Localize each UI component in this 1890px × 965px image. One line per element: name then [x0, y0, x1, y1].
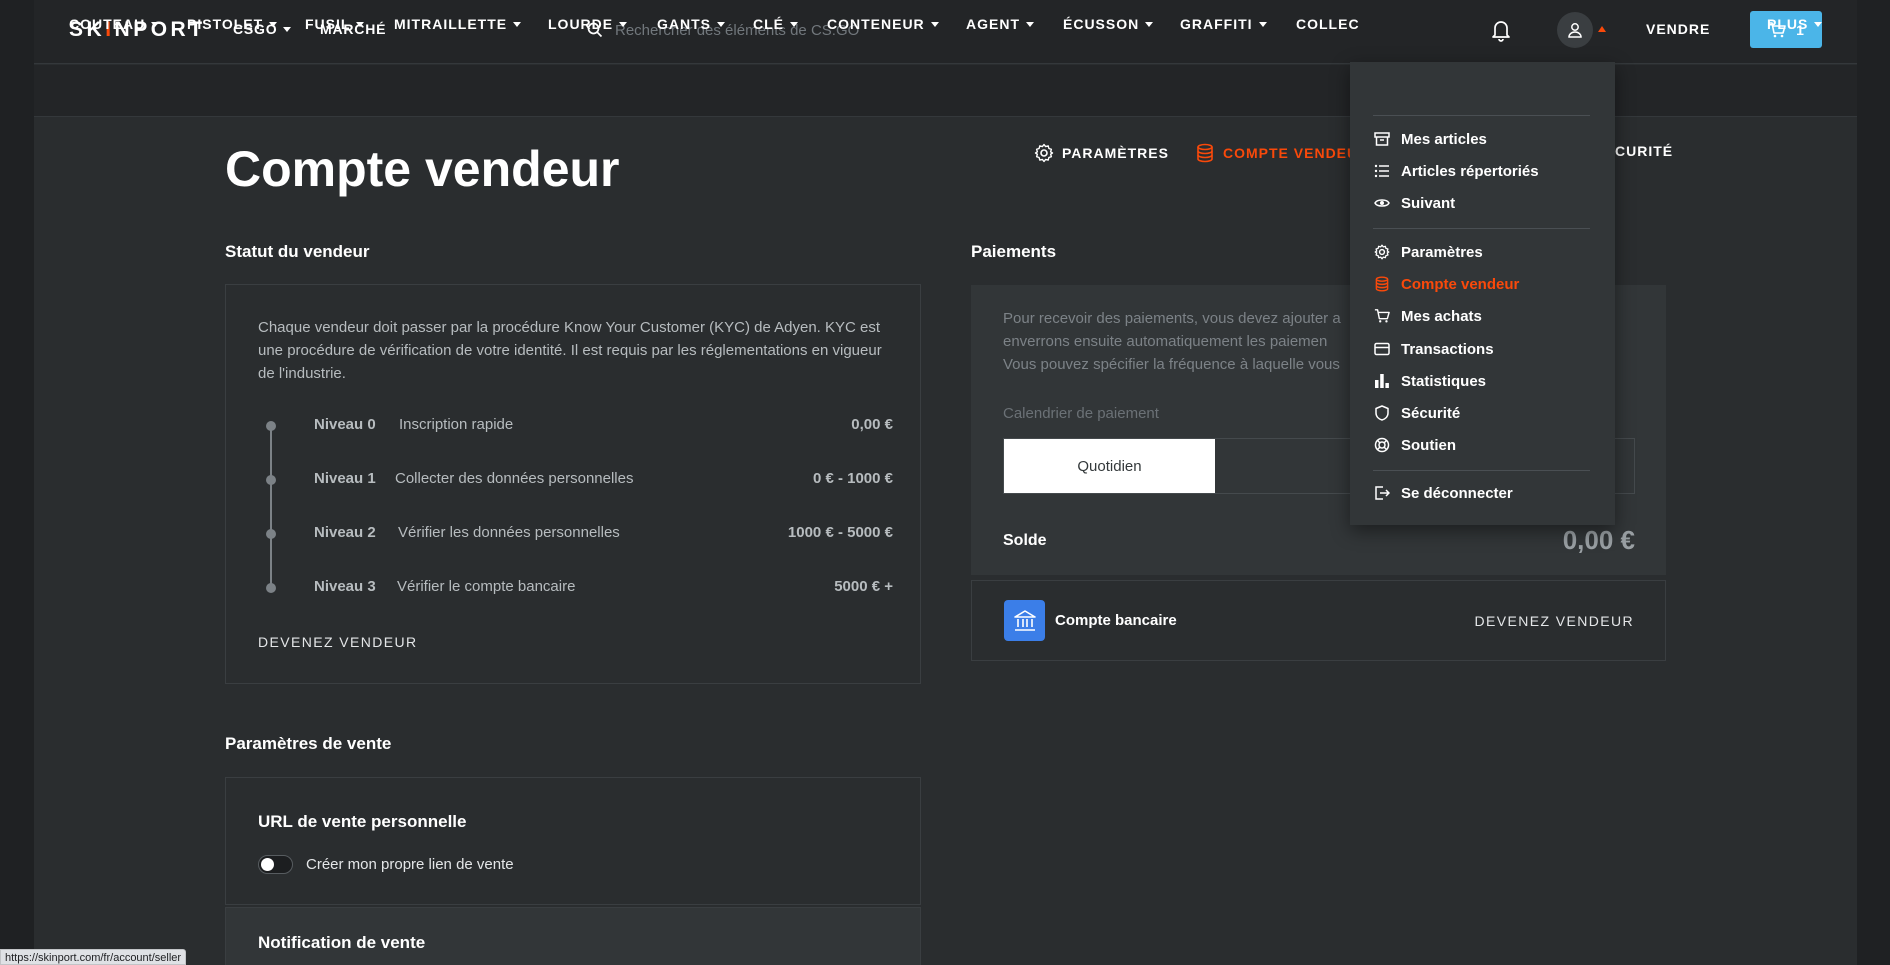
account-dropdown-menu: Mes articles Articles répertoriés Suivan…: [1350, 62, 1615, 525]
menu-item-my-purchases[interactable]: Mes achats: [1374, 306, 1482, 326]
archive-icon: [1374, 132, 1390, 146]
payout-schedule-label: Calendrier de paiement: [1003, 405, 1159, 422]
bell-icon[interactable]: [1490, 18, 1512, 42]
category-gloves[interactable]: GANTS: [657, 16, 725, 32]
level-label: Collecter des données personnelles: [395, 470, 634, 487]
personal-url-toggle[interactable]: [258, 855, 293, 874]
tab-seller-account[interactable]: COMPTE VENDEU: [1195, 143, 1358, 163]
become-seller-link[interactable]: DEVENEZ VENDEUR: [258, 634, 417, 650]
level-amount: 0,00 €: [851, 416, 893, 433]
bar-chart-icon: [1375, 374, 1389, 388]
menu-divider: [1373, 470, 1590, 471]
level-label: Inscription rapide: [399, 416, 514, 433]
seller-status-card: Chaque vendeur doit passer par la procéd…: [225, 284, 921, 684]
card-icon: [1374, 342, 1390, 356]
menu-item-following[interactable]: Suivant: [1374, 193, 1455, 213]
category-rifle[interactable]: FUSIL: [305, 16, 365, 32]
menu-item-transactions[interactable]: Transactions: [1374, 339, 1494, 359]
level-number: Niveau 1: [314, 470, 376, 487]
page-title: Compte vendeur: [225, 141, 620, 197]
payments-description: Pour recevoir des paiements, vous devez …: [1003, 310, 1341, 373]
category-agent[interactable]: AGENT: [966, 16, 1034, 32]
notification-card: Notification de vente: [225, 907, 921, 965]
seller-status-heading: Statut du vendeur: [225, 242, 370, 261]
personal-url-title: URL de vente personnelle: [258, 812, 467, 831]
coins-icon: [1197, 143, 1213, 163]
level-amount: 1000 € - 5000 €: [787, 524, 893, 541]
bank-account-label: Compte bancaire: [1055, 612, 1177, 629]
level-number: Niveau 3: [314, 578, 376, 595]
sell-button[interactable]: VENDRE: [1646, 21, 1710, 37]
search-input[interactable]: Rechercher des éléments de CS:GO: [615, 22, 859, 39]
tab-seller-account-label: COMPTE VENDEU: [1223, 145, 1359, 161]
lifebuoy-icon: [1374, 437, 1390, 453]
seller-status-description: Chaque vendeur doit passer par la procéd…: [258, 319, 882, 382]
category-knife[interactable]: COUTEAU: [69, 16, 160, 32]
cart-icon: [1374, 309, 1390, 323]
gear-icon: [1374, 244, 1390, 260]
category-pistol[interactable]: PISTOLET: [187, 16, 278, 32]
timeline-line: [270, 425, 272, 587]
menu-divider: [1373, 228, 1590, 229]
gear-icon: [1034, 143, 1054, 163]
balance-label: Solde: [1003, 532, 1047, 549]
account-avatar-button[interactable]: [1557, 12, 1593, 48]
tab-settings-label: PARAMÈTRES: [1062, 145, 1169, 161]
chevron-down-icon: [283, 27, 292, 32]
category-patch[interactable]: ÉCUSSON: [1063, 16, 1154, 32]
bank-become-seller-link[interactable]: DEVENEZ VENDEUR: [1475, 613, 1634, 629]
level-amount: 0 € - 1000 €: [812, 470, 893, 487]
user-icon: [1568, 23, 1582, 38]
tab-security-label: CURITÉ: [1615, 143, 1674, 159]
menu-item-security[interactable]: Sécurité: [1374, 403, 1460, 423]
list-icon: [1374, 164, 1389, 178]
menu-item-settings[interactable]: Paramètres: [1374, 242, 1483, 262]
category-container[interactable]: CONTENEUR: [827, 16, 939, 32]
category-heavy[interactable]: LOURDE: [548, 16, 628, 32]
menu-item-support[interactable]: Soutien: [1374, 435, 1456, 455]
level-row-2: Niveau 2 Vérifier les données personnell…: [258, 524, 893, 544]
level-number: Niveau 0: [314, 416, 376, 433]
menu-item-seller-account[interactable]: Compte vendeur: [1374, 274, 1519, 294]
chevron-up-icon: [1598, 26, 1606, 32]
coins-icon: [1375, 276, 1389, 292]
menu-item-my-items[interactable]: Mes articles: [1374, 129, 1487, 149]
balance-value: 0,00 €: [1562, 525, 1635, 555]
menu-divider: [1373, 115, 1590, 116]
shield-icon: [1375, 405, 1389, 421]
link-preview-url: https://skinport.com/fr/account/seller: [0, 949, 187, 965]
notification-title: Notification de vente: [258, 933, 426, 952]
level-label: Vérifier le compte bancaire: [397, 578, 576, 595]
category-smg[interactable]: MITRAILLETTE: [394, 16, 522, 32]
menu-item-logout[interactable]: Se déconnecter: [1374, 483, 1513, 503]
level-row-3: Niveau 3 Vérifier le compte bancaire 500…: [258, 578, 893, 598]
bank-icon: [1004, 600, 1045, 641]
sale-settings-heading: Paramètres de vente: [225, 734, 392, 753]
category-more[interactable]: PLUS: [1767, 16, 1823, 32]
logout-icon: [1375, 486, 1390, 500]
level-number: Niveau 2: [314, 524, 376, 541]
level-label: Vérifier les données personnelles: [398, 524, 620, 541]
level-row-1: Niveau 1 Collecter des données personnel…: [258, 470, 893, 490]
eye-icon: [1374, 199, 1390, 207]
personal-url-card: URL de vente personnelle Créer mon propr…: [225, 777, 921, 905]
personal-url-toggle-label: Créer mon propre lien de vente: [306, 856, 514, 873]
category-collectible[interactable]: COLLEC: [1296, 16, 1360, 32]
category-key[interactable]: CLÉ: [753, 16, 798, 32]
payments-heading: Paiements: [971, 242, 1057, 261]
menu-item-statistics[interactable]: Statistiques: [1374, 371, 1486, 391]
bank-account-card: Compte bancaire DEVENEZ VENDEUR: [971, 580, 1666, 661]
level-row-0: Niveau 0 Inscription rapide 0,00 €: [258, 416, 893, 436]
category-graffiti[interactable]: GRAFFITI: [1180, 16, 1267, 32]
level-amount: 5000 € +: [834, 578, 893, 595]
tab-settings[interactable]: PARAMÈTRES: [1034, 143, 1169, 163]
menu-item-listed-items[interactable]: Articles répertoriés: [1374, 161, 1539, 181]
tab-security[interactable]: CURITÉ: [1615, 143, 1673, 159]
schedule-option-daily[interactable]: Quotidien: [1004, 439, 1215, 493]
toggle-knob: [261, 858, 274, 871]
